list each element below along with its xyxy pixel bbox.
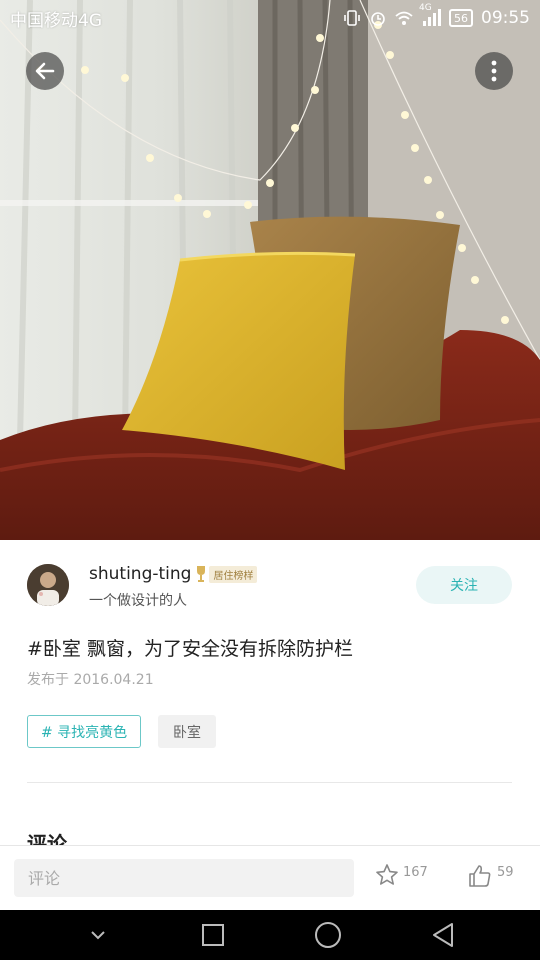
like-button[interactable]: 59 xyxy=(467,863,514,889)
avatar[interactable] xyxy=(27,564,69,606)
back-button[interactable] xyxy=(26,52,64,90)
action-bar: 167 59 xyxy=(0,845,540,910)
nav-home-button[interactable] xyxy=(308,915,348,955)
square-icon xyxy=(201,924,224,946)
wifi-icon xyxy=(395,11,413,25)
more-vertical-icon xyxy=(491,60,497,82)
chevron-down-icon xyxy=(90,931,105,940)
author-name[interactable]: shuting-ting xyxy=(89,564,191,584)
battery-level: 56 xyxy=(454,11,468,25)
like-count: 59 xyxy=(497,865,514,880)
tag-room[interactable]: 卧室 xyxy=(158,715,216,748)
clock: 09:55 xyxy=(481,8,530,28)
status-icons: 4G 56 09:55 xyxy=(343,3,530,28)
system-nav-bar xyxy=(0,910,540,960)
arrow-left-icon xyxy=(35,62,55,80)
signal-icon: 4G xyxy=(419,3,441,27)
screen: 中国移动4G 4G 56 09:55 shuting-ting 居住榜样 一个做… xyxy=(0,0,540,960)
nav-collapse-button[interactable] xyxy=(78,915,118,955)
status-bar: 中国移动4G 4G 56 09:55 xyxy=(0,0,540,36)
network-label: 4G xyxy=(419,3,432,13)
comments-heading: 评论 xyxy=(27,832,67,845)
circle-icon xyxy=(314,922,341,948)
nav-back-button[interactable] xyxy=(423,915,463,955)
author-row: shuting-ting 居住榜样 xyxy=(89,564,258,584)
thumbs-up-icon xyxy=(469,865,491,887)
post-photo[interactable] xyxy=(0,0,540,540)
trophy-icon xyxy=(197,566,206,582)
triangle-back-icon xyxy=(432,923,453,947)
vibrate-icon xyxy=(344,10,360,26)
post-title: #卧室 飘窗，为了安全没有拆除防护栏 xyxy=(27,638,353,660)
favorite-count: 167 xyxy=(403,865,428,880)
photo-illustration xyxy=(0,0,540,540)
post-date: 发布于 2016.04.21 xyxy=(27,672,154,688)
tag-topic[interactable]: # 寻找亮黄色 xyxy=(27,715,142,748)
more-options-button[interactable] xyxy=(475,52,513,90)
star-icon xyxy=(376,864,398,885)
author-bio: 一个做设计的人 xyxy=(89,593,187,609)
author-badge: 居住榜样 xyxy=(195,565,258,583)
avatar-image xyxy=(27,564,69,606)
badge-label: 居住榜样 xyxy=(209,565,258,583)
carrier-label: 中国移动4G xyxy=(10,10,102,31)
follow-button[interactable]: 关注 xyxy=(416,566,512,604)
comment-input[interactable] xyxy=(14,859,354,897)
favorite-button[interactable]: 167 xyxy=(375,863,428,887)
battery-icon: 56 xyxy=(449,9,473,27)
post-content: shuting-ting 居住榜样 一个做设计的人 关注 #卧室 飘窗，为了安全… xyxy=(0,540,540,845)
alarm-icon xyxy=(371,12,385,26)
divider xyxy=(27,782,512,783)
nav-recents-button[interactable] xyxy=(193,915,233,955)
